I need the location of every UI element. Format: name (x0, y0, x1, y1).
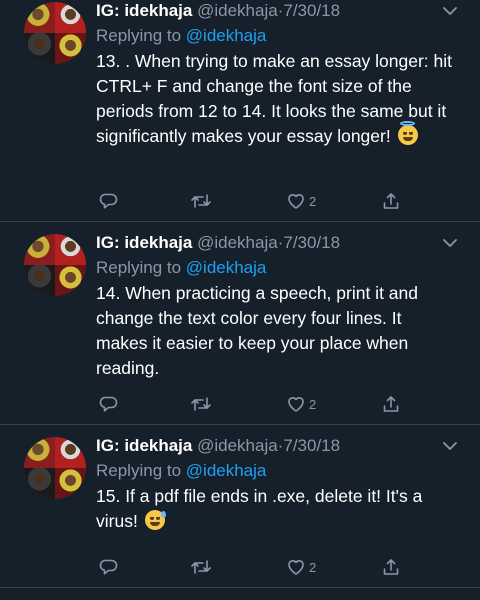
smiling-face-with-halo-icon (397, 121, 418, 145)
display-name[interactable]: IG: idekhaja (96, 436, 192, 455)
like-button[interactable]: 2 (286, 392, 316, 416)
chevron-down-icon[interactable] (442, 6, 458, 16)
like-count: 2 (309, 396, 317, 412)
share-icon (383, 193, 399, 209)
tweet-actions: 2 (96, 392, 406, 416)
retweet-icon (191, 560, 211, 574)
display-name[interactable]: IG: idekhaja (96, 1, 192, 20)
tweet-text: 15. If a pdf file ends in .exe, delete i… (96, 484, 456, 534)
like-button[interactable]: 2 (286, 189, 316, 213)
replying-prefix: Replying to (96, 461, 186, 480)
like-count: 2 (309, 559, 317, 575)
chevron-down-icon[interactable] (442, 441, 458, 451)
tweet-date[interactable]: 7/30/18 (283, 436, 340, 455)
tweet-date[interactable]: 7/30/18 (283, 233, 340, 252)
reply-button[interactable] (99, 555, 119, 579)
tweet-actions: 2 (96, 555, 406, 579)
mention-link[interactable]: @idekhaja (186, 26, 267, 45)
display-name[interactable]: IG: idekhaja (96, 233, 192, 252)
tweet-text: 13. . When trying to make an essay longe… (96, 49, 456, 149)
tweet-header: IG: idekhaja @idekhaja·7/30/18 (96, 0, 458, 22)
share-icon (383, 396, 399, 412)
replying-to: Replying to @idekhaja (96, 25, 456, 47)
user-handle[interactable]: @idekhaja (197, 233, 278, 252)
reply-icon (99, 396, 118, 412)
retweet-icon (191, 397, 211, 411)
tweet[interactable]: IG: idekhaja @idekhaja·7/30/18 Replying … (0, 222, 480, 425)
chevron-down-icon[interactable] (442, 238, 458, 248)
tweet-text-content: 15. If a pdf file ends in .exe, delete i… (96, 486, 423, 531)
replying-prefix: Replying to (96, 26, 186, 45)
reply-icon (99, 193, 118, 209)
retweet-icon (191, 194, 211, 208)
avatar[interactable] (24, 437, 86, 499)
retweet-button[interactable] (190, 555, 212, 579)
reply-button[interactable] (99, 392, 119, 416)
tweet[interactable]: IG: idekhaja @idekhaja·7/30/18 Replying … (0, 0, 480, 222)
share-button[interactable] (381, 555, 401, 579)
like-button[interactable]: 2 (286, 555, 316, 579)
avatar[interactable] (24, 2, 86, 64)
retweet-button[interactable] (190, 189, 212, 213)
like-count: 2 (309, 193, 317, 209)
grinning-face-with-sweat-icon (144, 510, 166, 530)
retweet-button[interactable] (190, 392, 212, 416)
replying-to: Replying to @idekhaja (96, 257, 456, 279)
share-button[interactable] (381, 189, 401, 213)
tweet-actions: 2 (96, 189, 406, 213)
like-icon (288, 397, 304, 412)
share-icon (383, 559, 399, 575)
reply-icon (99, 559, 118, 575)
replying-prefix: Replying to (96, 258, 186, 277)
tweet[interactable]: IG: idekhaja @idekhaja·7/30/18 Replying … (0, 425, 480, 588)
user-handle[interactable]: @idekhaja (197, 436, 278, 455)
share-button[interactable] (381, 392, 401, 416)
user-handle[interactable]: @idekhaja (197, 1, 278, 20)
reply-button[interactable] (99, 189, 119, 213)
tweet-date[interactable]: 7/30/18 (283, 1, 340, 20)
replying-to: Replying to @idekhaja (96, 460, 456, 482)
like-icon (288, 560, 304, 575)
tweet-header: IG: idekhaja @idekhaja·7/30/18 (96, 232, 458, 254)
mention-link[interactable]: @idekhaja (186, 461, 267, 480)
tweet-text: 14. When practicing a speech, print it a… (96, 281, 456, 381)
like-icon (288, 194, 304, 209)
tweet-header: IG: idekhaja @idekhaja·7/30/18 (96, 435, 458, 457)
mention-link[interactable]: @idekhaja (186, 258, 267, 277)
avatar[interactable] (24, 234, 86, 296)
tweet-text-content: 14. When practicing a speech, print it a… (96, 283, 418, 378)
